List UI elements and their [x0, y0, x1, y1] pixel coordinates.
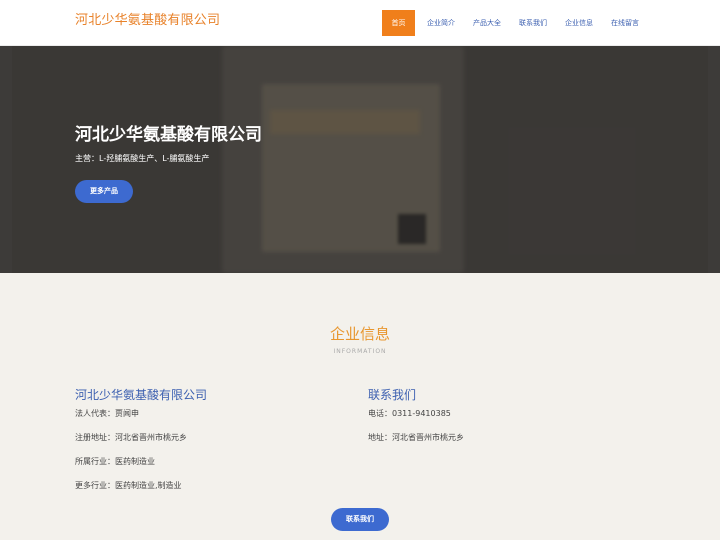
- company-heading: 河北少华氨基酸有限公司: [75, 388, 208, 402]
- section-subtitle: INFORMATION: [333, 348, 387, 355]
- main-nav: 首页 企业简介 产品大全 联系我们 企业信息 在线留言: [382, 10, 648, 36]
- nav-item-home[interactable]: 首页: [382, 10, 415, 36]
- more-products-button[interactable]: 更多产品: [75, 180, 133, 203]
- nav-item-about[interactable]: 企业简介: [418, 10, 464, 36]
- nav-item-contact[interactable]: 联系我们: [510, 10, 556, 36]
- industry: 所属行业：医药制造业: [75, 457, 155, 466]
- site-header: 河北少华氨基酸有限公司 首页 企业简介 产品大全 联系我们 企业信息 在线留言: [0, 0, 720, 46]
- contact-address: 地址：河北省晋州市桃元乡: [368, 433, 464, 442]
- more-industries: 更多行业：医药制造业,制造业: [75, 481, 182, 490]
- legal-representative: 法人代表：贾闻申: [75, 409, 139, 418]
- hero-edge-right: [708, 46, 720, 273]
- nav-item-message[interactable]: 在线留言: [602, 10, 648, 36]
- site-logo[interactable]: 河北少华氨基酸有限公司: [75, 9, 220, 28]
- contact-heading: 联系我们: [368, 388, 417, 402]
- registered-address: 注册地址：河北省晋州市桃元乡: [75, 433, 187, 442]
- nav-item-company-info[interactable]: 企业信息: [556, 10, 602, 36]
- hero-title: 河北少华氨基酸有限公司: [75, 125, 262, 145]
- contact-us-button[interactable]: 联系我们: [331, 508, 389, 531]
- hero-edge-left: [0, 46, 12, 273]
- hero-subtitle: 主营：L-羟脯氨酸生产、L-脯氨酸生产: [75, 154, 210, 163]
- hero-banner: 河北少华氨基酸有限公司 主营：L-羟脯氨酸生产、L-脯氨酸生产 更多产品: [0, 46, 720, 273]
- nav-item-products[interactable]: 产品大全: [464, 10, 510, 36]
- section-title: 企业信息: [329, 325, 390, 343]
- phone-number: 电话：0311-9410385: [368, 409, 451, 418]
